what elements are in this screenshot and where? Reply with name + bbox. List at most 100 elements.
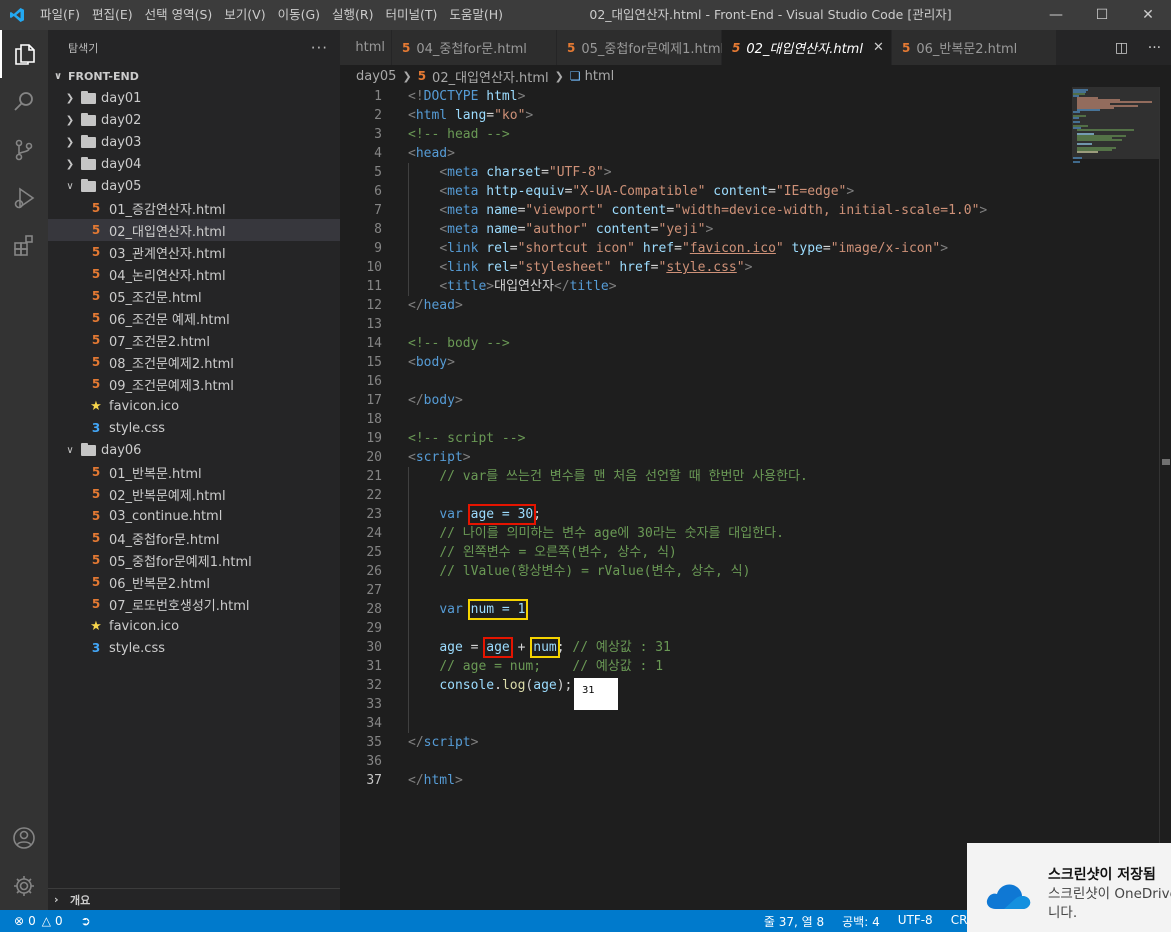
folder-day02[interactable]: ❯ day02 xyxy=(48,109,340,131)
file-item[interactable]: 5 07_로또번호생성기.html xyxy=(48,593,340,615)
file-item[interactable]: 5 07_조건문2.html xyxy=(48,329,340,351)
menu-item[interactable]: 실행(R) xyxy=(326,0,379,30)
code-token: = xyxy=(674,241,682,256)
maximize-icon[interactable]: ☐ xyxy=(1079,0,1125,30)
warning-count[interactable]: 0 xyxy=(55,914,63,928)
menu-item[interactable]: 터미널(T) xyxy=(380,0,444,30)
code-token: "image/x-icon" xyxy=(830,241,941,256)
code-editor[interactable]: 1 <!DOCTYPE html> 2 <html lang="ko"> 3 <!-- h… xyxy=(340,87,1064,910)
code-token: <!-- script --> xyxy=(408,431,526,446)
tree-item-label: style.css xyxy=(109,420,165,436)
tab[interactable]: 5 04_중첩for문.html xyxy=(392,30,557,65)
code-token: " xyxy=(775,241,784,256)
menu-item[interactable]: 이동(G) xyxy=(272,0,326,30)
file-item[interactable]: 5 09_조건문예제3.html xyxy=(48,373,340,395)
file-item[interactable]: 5 06_조건문 예제.html xyxy=(48,307,340,329)
code-token: > xyxy=(447,146,455,161)
code-line: 36 xyxy=(340,752,1064,771)
folder-day04[interactable]: ❯ day04 xyxy=(48,153,340,175)
explorer-icon[interactable] xyxy=(0,30,48,78)
file-item[interactable]: 5 05_중첩for문예제1.html xyxy=(48,549,340,571)
encoding[interactable]: UTF-8 xyxy=(898,913,933,930)
file-item[interactable]: 5 01_반복문.html xyxy=(48,461,340,483)
folder-day03[interactable]: ❯ day03 xyxy=(48,131,340,153)
warning-icon[interactable]: △ xyxy=(42,914,51,928)
extensions-icon[interactable] xyxy=(0,222,48,270)
code-content: <link rel="shortcut icon" href="favicon.… xyxy=(382,239,948,258)
code-line: 1 <!DOCTYPE html> xyxy=(340,87,1064,106)
file-item[interactable]: 5 02_대입연산자.html xyxy=(48,219,340,241)
file-item[interactable]: 5 08_조건문예제2.html xyxy=(48,351,340,373)
code-content xyxy=(382,410,408,429)
file-item[interactable]: 5 04_논리연산자.html xyxy=(48,263,340,285)
file-item[interactable]: ★ favicon.ico xyxy=(48,395,340,417)
file-item[interactable]: ★ favicon.ico xyxy=(48,615,340,637)
code-line: 3 <!-- head --> xyxy=(340,125,1064,144)
file-item[interactable]: 5 04_중첩for문.html xyxy=(48,527,340,549)
error-count[interactable]: 0 xyxy=(28,914,36,928)
workspace-root-label: FRONT-END xyxy=(68,69,139,83)
line-number: 28 xyxy=(366,602,382,617)
source-control-icon[interactable] xyxy=(0,126,48,174)
folder-day06[interactable]: ∨ day06 xyxy=(48,439,340,461)
split-editor-icon[interactable]: ◫ xyxy=(1115,40,1128,56)
file-item[interactable]: 3 style.css xyxy=(48,637,340,659)
more-actions-icon[interactable]: ··· xyxy=(1148,40,1161,56)
more-actions-icon[interactable]: ··· xyxy=(311,39,328,57)
screenshot-toast[interactable]: 스크린샷이 저장됨 스크린샷이 OneDrive 니다. xyxy=(967,843,1171,932)
live-share-icon[interactable]: ➲ xyxy=(81,914,91,928)
tree-item-label: 01_반복문.html xyxy=(109,466,202,482)
menu-item[interactable]: 보기(V) xyxy=(218,0,271,30)
indentation[interactable]: 공백: 4 xyxy=(842,913,880,930)
line-number: 33 xyxy=(366,697,382,712)
breadcrumb-symbol[interactable]: html xyxy=(585,69,615,84)
menu-item[interactable]: 파일(F) xyxy=(34,0,86,30)
file-item[interactable]: 3 style.css xyxy=(48,417,340,439)
menu-item[interactable]: 편집(E) xyxy=(86,0,139,30)
code-token: <!-- body --> xyxy=(408,336,510,351)
menu-item[interactable]: 도움말(H) xyxy=(443,0,509,30)
code-content: // age = num; // 예상값 : 1 xyxy=(382,657,663,676)
chevron-right-icon: ❯ xyxy=(65,114,75,126)
tab[interactable]: 5 05_중첩for문예제1.html xyxy=(557,30,724,65)
close-icon[interactable]: ✕ xyxy=(1125,0,1171,30)
file-item[interactable]: 5 06_반복문2.html xyxy=(48,571,340,593)
code-content: <script> xyxy=(382,448,471,467)
html5-file-icon: 5 xyxy=(91,267,101,281)
menu-item[interactable]: 선택 영역(S) xyxy=(139,0,219,30)
code-token: content xyxy=(611,203,667,218)
minimize-icon[interactable]: — xyxy=(1033,0,1079,30)
tab-label: 02_대입연산자.html xyxy=(746,42,863,57)
editor-scrollbar[interactable] xyxy=(1159,87,1171,910)
cursor-position[interactable]: 줄 37, 열 8 xyxy=(764,913,824,930)
file-item[interactable]: 5 02_반복문예제.html xyxy=(48,483,340,505)
tab[interactable]: html xyxy=(340,30,392,65)
folder-day05[interactable]: ∨ day05 xyxy=(48,175,340,197)
file-item[interactable]: 5 05_조건문.html xyxy=(48,285,340,307)
minimap[interactable] xyxy=(1064,87,1159,910)
tab-active[interactable]: 5 02_대입연산자.html ✕ xyxy=(722,30,892,65)
code-token: html xyxy=(423,773,455,788)
file-item[interactable]: 5 03_continue.html xyxy=(48,505,340,527)
code-token: > xyxy=(979,203,988,218)
outline-section[interactable]: › 개요 xyxy=(48,888,340,910)
breadcrumb-folder[interactable]: day05 xyxy=(356,69,396,84)
code-token: > xyxy=(470,735,479,750)
close-icon[interactable]: ✕ xyxy=(873,40,884,55)
run-debug-icon[interactable] xyxy=(0,174,48,222)
breadcrumb-file[interactable]: 02_대입연산자.html xyxy=(432,67,549,86)
search-icon[interactable] xyxy=(0,78,48,126)
code-token: var xyxy=(439,507,463,522)
tab[interactable]: 5 06_반복문2.html xyxy=(892,30,1057,65)
file-item[interactable]: 5 03_관계연산자.html xyxy=(48,241,340,263)
settings-gear-icon[interactable] xyxy=(0,862,48,910)
file-item[interactable]: 5 01_증감연산자.html xyxy=(48,197,340,219)
workspace-root[interactable]: ∨ FRONT-END xyxy=(48,65,340,87)
account-icon[interactable] xyxy=(0,814,48,862)
code-content: <link rel="stylesheet" href="style.css"> xyxy=(382,258,752,277)
code-content: var num = 1 xyxy=(382,599,529,620)
error-icon[interactable]: ⊗ xyxy=(14,914,24,928)
folder-day01[interactable]: ❯ day01 xyxy=(48,87,340,109)
